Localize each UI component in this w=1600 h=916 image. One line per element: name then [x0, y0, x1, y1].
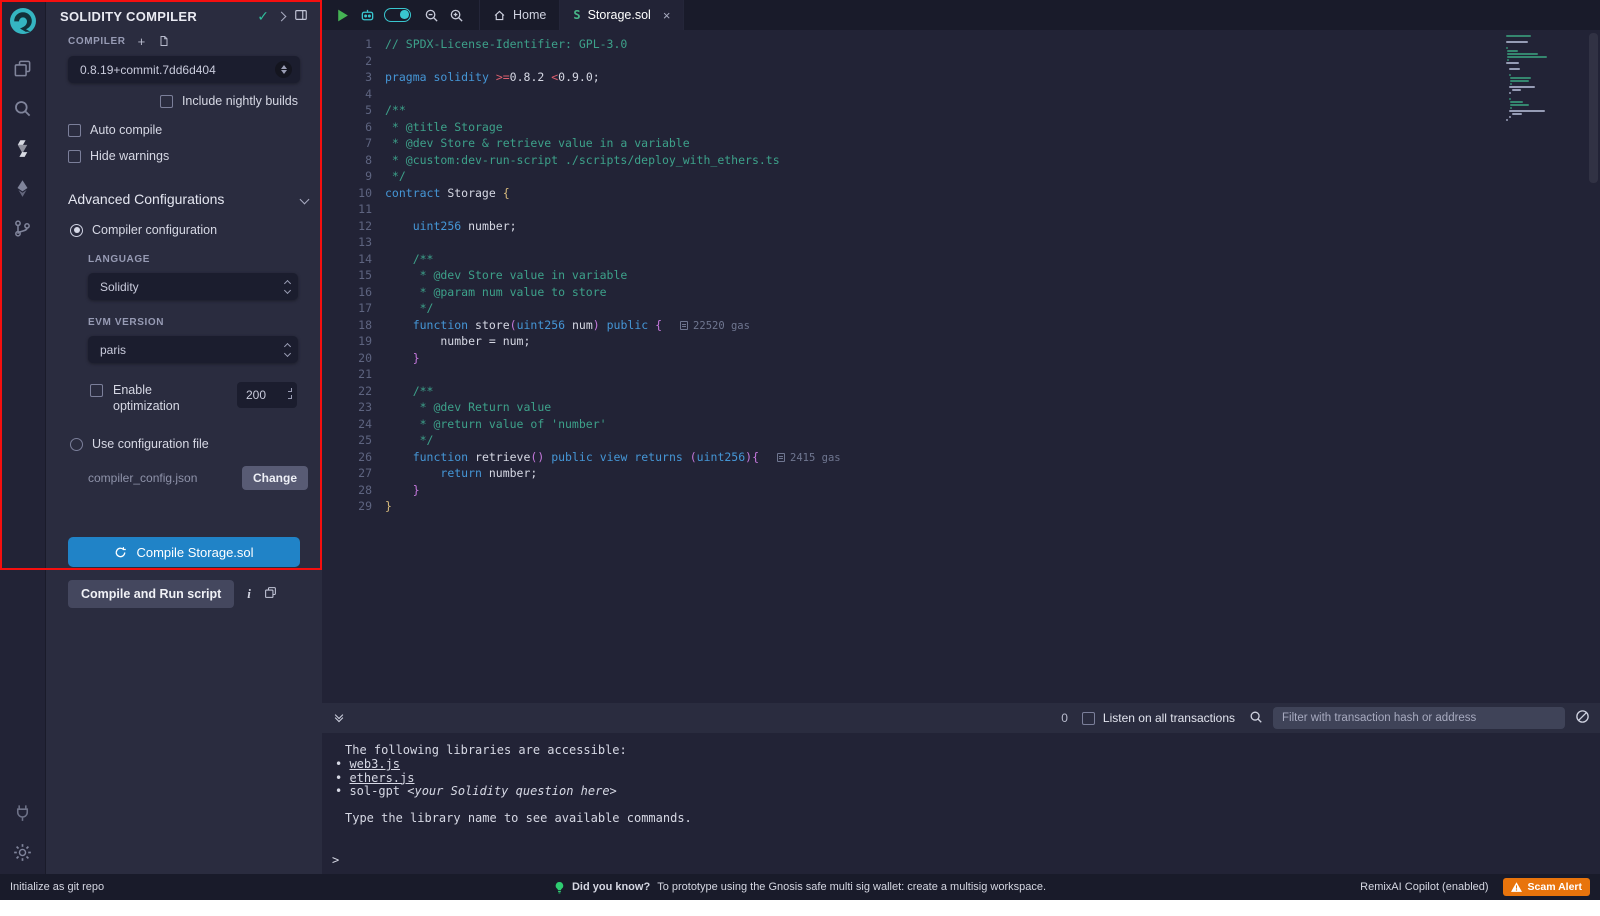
- select-caret-icon: [275, 61, 292, 78]
- panel-title: SOLIDITY COMPILER: [60, 9, 248, 24]
- solidity-file-icon: S: [573, 8, 580, 22]
- compiler-configuration-radio[interactable]: Compiler configuration: [70, 223, 310, 237]
- select-caret-icon: [285, 344, 290, 356]
- terminal-search-icon[interactable]: [1249, 710, 1263, 727]
- code-editor[interactable]: 1234567891011121314151617181920212223242…: [322, 30, 1600, 703]
- compile-button[interactable]: Compile Storage.sol: [68, 537, 300, 567]
- terminal-toolbar: 0 Listen on all transactions: [322, 703, 1600, 733]
- terminal-library-link: sol-gpt: [349, 784, 400, 798]
- terminal-output[interactable]: The following libraries are accessible: …: [322, 733, 1600, 874]
- scam-alert-badge[interactable]: Scam Alert: [1503, 878, 1590, 896]
- stepper-arrows-icon[interactable]: [288, 388, 292, 399]
- radio-icon[interactable]: [70, 438, 83, 451]
- compiler-version-select[interactable]: 0.8.19+commit.7dd6d404: [68, 56, 300, 83]
- add-compiler-icon[interactable]: +: [138, 37, 146, 47]
- settings-gear-icon[interactable]: [11, 840, 35, 864]
- terminal-collapse-icon[interactable]: [336, 715, 342, 721]
- tab-storage-sol[interactable]: S Storage.sol ×: [560, 0, 684, 30]
- gas-estimate-icon: [777, 453, 785, 462]
- home-icon: [493, 9, 506, 22]
- evm-version-select[interactable]: paris: [88, 336, 298, 363]
- clear-console-icon[interactable]: [1575, 709, 1590, 727]
- auto-compile-checkbox[interactable]: Auto compile: [68, 123, 310, 137]
- plugin-manager-icon[interactable]: [11, 800, 35, 824]
- main-area: Home S Storage.sol × 1234567891011121314…: [322, 0, 1600, 874]
- terminal-prompt: >: [332, 854, 1600, 868]
- zoom-in-icon[interactable]: [444, 0, 469, 30]
- pin-panel-icon[interactable]: [294, 8, 308, 25]
- terminal-library-item: • web3.js: [335, 758, 1600, 772]
- use-configuration-file-radio[interactable]: Use configuration file: [70, 437, 310, 451]
- hide-warnings-checkbox[interactable]: Hide warnings: [68, 149, 310, 163]
- icon-sidebar: [0, 0, 46, 874]
- compiler-section-label: COMPILER: [68, 36, 126, 47]
- deploy-and-run-icon[interactable]: [11, 176, 35, 200]
- warning-icon: [1511, 882, 1522, 892]
- language-select[interactable]: Solidity: [88, 273, 298, 300]
- transaction-filter-input[interactable]: [1273, 707, 1565, 729]
- copilot-toggle[interactable]: [384, 8, 411, 22]
- checkbox-icon[interactable]: [68, 150, 81, 163]
- editor-toolbar: Home S Storage.sol ×: [322, 0, 1600, 30]
- evm-version-label: EVM VERSION: [88, 317, 310, 328]
- terminal-library-link[interactable]: web3.js: [349, 757, 400, 771]
- transaction-count: 0: [1061, 711, 1068, 725]
- source-control-icon[interactable]: [11, 216, 35, 240]
- status-bar: Initialize as git repo Did you know? To …: [0, 874, 1600, 900]
- editor-scrollbar[interactable]: [1587, 30, 1600, 703]
- change-config-button[interactable]: Change: [242, 466, 308, 490]
- git-init-button[interactable]: Initialize as git repo: [10, 881, 104, 893]
- remixai-assistant-icon[interactable]: [355, 0, 380, 30]
- language-label: LANGUAGE: [88, 254, 310, 265]
- copy-icon[interactable]: [264, 586, 277, 602]
- code-lines: // SPDX-License-Identifier: GPL-3.0pragm…: [372, 30, 1600, 703]
- lightbulb-icon: [554, 881, 565, 894]
- terminal-intro: The following libraries are accessible:: [345, 744, 1600, 758]
- listen-all-transactions-checkbox[interactable]: Listen on all transactions: [1082, 711, 1235, 725]
- select-caret-icon: [285, 281, 290, 293]
- checkbox-icon[interactable]: [1082, 712, 1095, 725]
- chevron-right-icon[interactable]: [277, 12, 287, 22]
- config-file-name: compiler_config.json: [88, 471, 242, 485]
- zoom-out-icon[interactable]: [419, 0, 444, 30]
- line-numbers: 1234567891011121314151617181920212223242…: [322, 30, 372, 703]
- scrollbar-thumb[interactable]: [1589, 33, 1598, 183]
- include-nightly-checkbox[interactable]: Include nightly builds: [58, 94, 298, 108]
- compile-success-check-icon: ✓: [257, 8, 269, 25]
- enable-optimization-label: Enable optimization: [113, 382, 201, 414]
- checkbox-icon[interactable]: [160, 95, 173, 108]
- close-tab-icon[interactable]: ×: [663, 8, 671, 23]
- info-icon[interactable]: i: [247, 586, 251, 602]
- search-icon[interactable]: [11, 96, 35, 120]
- solidity-compiler-icon[interactable]: [11, 136, 35, 160]
- advanced-configurations-header[interactable]: Advanced Configurations: [68, 191, 308, 207]
- tab-home[interactable]: Home: [480, 0, 560, 30]
- run-script-icon[interactable]: [330, 0, 355, 30]
- chevron-down-icon: [300, 194, 310, 204]
- did-you-know-tip: Did you know? To prototype using the Gno…: [554, 881, 1046, 894]
- remix-logo-icon[interactable]: [8, 6, 38, 36]
- terminal-library-item: • sol-gpt <your Solidity question here>: [335, 785, 1600, 799]
- remix-ide-window: SOLIDITY COMPILER ✓ COMPILER + 0.8.19+co…: [0, 0, 1600, 900]
- checkbox-icon[interactable]: [68, 124, 81, 137]
- terminal-libraries: • web3.js• ethers.js• sol-gpt <your Soli…: [332, 758, 1600, 799]
- terminal-hint: Type the library name to see available c…: [345, 812, 1600, 826]
- solidity-compiler-panel: SOLIDITY COMPILER ✓ COMPILER + 0.8.19+co…: [46, 0, 322, 874]
- radio-selected-icon[interactable]: [70, 224, 83, 237]
- minimap[interactable]: [1506, 35, 1584, 122]
- terminal-library-link[interactable]: ethers.js: [349, 771, 414, 785]
- file-explorer-icon[interactable]: [11, 56, 35, 80]
- open-file-icon[interactable]: [158, 35, 170, 48]
- enable-optimization-checkbox[interactable]: [90, 384, 103, 397]
- refresh-icon: [114, 546, 127, 559]
- copilot-status[interactable]: RemixAI Copilot (enabled): [1360, 881, 1488, 893]
- gas-estimate-icon: [680, 321, 688, 330]
- compile-and-run-button[interactable]: Compile and Run script: [68, 580, 234, 608]
- terminal-library-item: • ethers.js: [335, 772, 1600, 786]
